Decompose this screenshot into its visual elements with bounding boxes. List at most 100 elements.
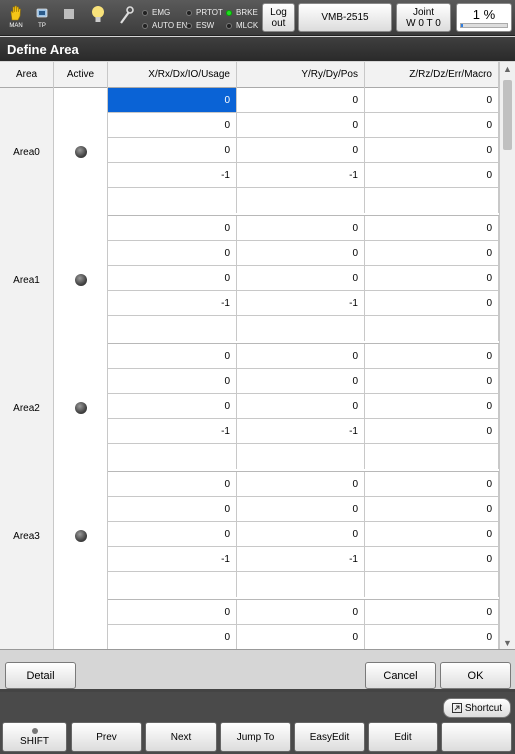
value-cell[interactable]: 0 bbox=[365, 497, 499, 522]
value-cell[interactable]: -1 bbox=[237, 547, 365, 572]
value-cell[interactable]: 0 bbox=[365, 88, 499, 113]
value-cell[interactable]: 0 bbox=[365, 163, 499, 188]
area-name: Area3 bbox=[0, 472, 54, 600]
scrollbar-thumb[interactable] bbox=[503, 80, 512, 150]
detail-button[interactable]: Detail bbox=[5, 662, 76, 689]
value-cell[interactable]: 0 bbox=[108, 266, 237, 291]
shift-label: SHIFT bbox=[20, 735, 49, 747]
value-cell[interactable]: 0 bbox=[108, 138, 237, 163]
value-cell[interactable]: 0 bbox=[237, 600, 365, 625]
value-cell[interactable]: 0 bbox=[108, 497, 237, 522]
jump-to-key[interactable]: Jump To bbox=[220, 722, 291, 752]
area-active-cell[interactable] bbox=[54, 472, 108, 600]
vertical-scrollbar[interactable]: ▲ ▼ bbox=[499, 62, 515, 649]
value-cell[interactable]: 0 bbox=[108, 522, 237, 547]
value-cell[interactable]: -1 bbox=[237, 163, 365, 188]
signal-emg-label: EMG bbox=[152, 8, 171, 17]
wrench-icon[interactable] bbox=[116, 4, 136, 32]
value-cell[interactable]: 0 bbox=[237, 266, 365, 291]
signal-esw-indicator bbox=[186, 22, 192, 29]
value-cell[interactable]: 0 bbox=[365, 266, 499, 291]
coordinate-mode-button[interactable]: Joint W 0 T 0 bbox=[396, 3, 451, 32]
area-name: Area1 bbox=[0, 216, 54, 344]
value-cell[interactable]: 0 bbox=[365, 472, 499, 497]
value-cell[interactable]: 0 bbox=[365, 113, 499, 138]
signal-prtot: PRTOT bbox=[186, 6, 223, 19]
easyedit-key[interactable]: EasyEdit bbox=[294, 722, 365, 752]
value-cell[interactable]: 0 bbox=[365, 419, 499, 444]
value-cell[interactable]: 0 bbox=[365, 547, 499, 572]
value-cell[interactable]: 0 bbox=[108, 241, 237, 266]
area-active-cell[interactable] bbox=[54, 344, 108, 472]
value-cell[interactable]: 0 bbox=[237, 472, 365, 497]
signal-esw: ESW bbox=[186, 19, 223, 32]
scroll-up-arrow[interactable]: ▲ bbox=[500, 62, 515, 76]
lightbulb-icon[interactable] bbox=[88, 4, 108, 32]
shift-key[interactable]: SHIFT bbox=[2, 722, 67, 752]
value-cell[interactable]: -1 bbox=[237, 291, 365, 316]
value-cell[interactable]: 0 bbox=[108, 88, 237, 113]
stop-icon[interactable] bbox=[60, 4, 78, 32]
value-cell[interactable]: 0 bbox=[237, 241, 365, 266]
area-name: Area0 bbox=[0, 88, 54, 216]
value-cell[interactable]: 0 bbox=[237, 625, 365, 649]
value-cell[interactable]: 0 bbox=[237, 497, 365, 522]
speed-override[interactable]: 1 % bbox=[456, 3, 512, 32]
scroll-down-arrow[interactable]: ▼ bbox=[500, 636, 515, 649]
value-cell[interactable]: 0 bbox=[108, 600, 237, 625]
signal-auto-en-indicator bbox=[142, 22, 148, 29]
area-active-cell[interactable] bbox=[54, 216, 108, 344]
cancel-button[interactable]: Cancel bbox=[365, 662, 436, 689]
page-title: Define Area bbox=[0, 37, 515, 61]
value-cell[interactable]: 0 bbox=[108, 216, 237, 241]
value-cell[interactable]: 0 bbox=[237, 88, 365, 113]
edit-key[interactable]: Edit bbox=[368, 722, 438, 752]
ok-button[interactable]: OK bbox=[440, 662, 511, 689]
value-cell[interactable]: 0 bbox=[365, 394, 499, 419]
prev-key[interactable]: Prev bbox=[71, 722, 142, 752]
manual-mode-icon[interactable]: MAN bbox=[4, 4, 28, 32]
value-cell[interactable]: 0 bbox=[108, 344, 237, 369]
value-cell[interactable]: 0 bbox=[108, 394, 237, 419]
next-key[interactable]: Next bbox=[145, 722, 217, 752]
value-cell[interactable]: 0 bbox=[237, 216, 365, 241]
value-cell[interactable]: 0 bbox=[237, 369, 365, 394]
value-cell[interactable]: 0 bbox=[365, 600, 499, 625]
empty-cell bbox=[365, 572, 499, 597]
value-cell[interactable]: 0 bbox=[365, 369, 499, 394]
value-cell[interactable]: 0 bbox=[237, 394, 365, 419]
value-cell[interactable]: 0 bbox=[365, 138, 499, 163]
value-cell[interactable]: 0 bbox=[108, 625, 237, 649]
teach-pendant-icon[interactable]: TP bbox=[32, 4, 52, 32]
value-cell[interactable]: 0 bbox=[365, 241, 499, 266]
value-cell[interactable]: 0 bbox=[108, 113, 237, 138]
shift-indicator bbox=[31, 727, 38, 734]
robot-select-button[interactable]: VMB-2515 bbox=[298, 3, 392, 32]
area-block: Area4000000 bbox=[0, 600, 499, 649]
signal-auto-en-label: AUTO EN bbox=[152, 21, 188, 30]
active-indicator-icon bbox=[74, 530, 87, 542]
value-cell[interactable]: 0 bbox=[108, 369, 237, 394]
area-active-cell[interactable] bbox=[54, 88, 108, 216]
value-cell[interactable]: 0 bbox=[237, 344, 365, 369]
logout-button[interactable]: Log out bbox=[262, 3, 295, 32]
value-cell[interactable]: -1 bbox=[108, 163, 237, 188]
value-cell[interactable]: 0 bbox=[365, 291, 499, 316]
coordinate-mode-line1: Joint bbox=[412, 6, 435, 18]
value-cell[interactable]: 0 bbox=[365, 216, 499, 241]
empty-cell bbox=[365, 316, 499, 341]
value-cell[interactable]: 0 bbox=[365, 522, 499, 547]
value-cell[interactable]: 0 bbox=[237, 522, 365, 547]
value-cell[interactable]: -1 bbox=[108, 547, 237, 572]
area-active-cell[interactable] bbox=[54, 600, 108, 649]
blank-key[interactable] bbox=[441, 722, 512, 752]
shortcut-button[interactable]: Shortcut bbox=[443, 698, 511, 718]
value-cell[interactable]: -1 bbox=[108, 419, 237, 444]
value-cell[interactable]: -1 bbox=[108, 291, 237, 316]
value-cell[interactable]: 0 bbox=[237, 138, 365, 163]
value-cell[interactable]: -1 bbox=[237, 419, 365, 444]
value-cell[interactable]: 0 bbox=[108, 472, 237, 497]
value-cell[interactable]: 0 bbox=[365, 625, 499, 649]
value-cell[interactable]: 0 bbox=[237, 113, 365, 138]
value-cell[interactable]: 0 bbox=[365, 344, 499, 369]
